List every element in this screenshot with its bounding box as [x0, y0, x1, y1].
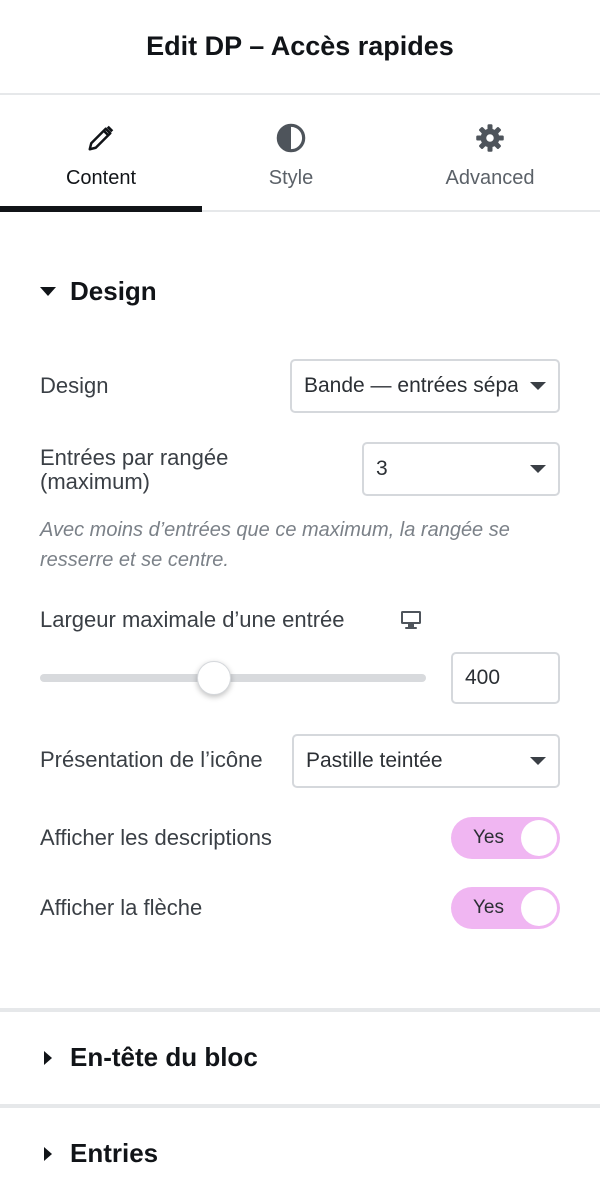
section-title-block-header: En-tête du bloc [70, 1042, 258, 1072]
desktop-icon[interactable] [399, 609, 423, 631]
section-title-design: Design [70, 276, 157, 306]
show-descriptions-label: Afficher les descriptions [40, 825, 272, 850]
section-design-toggle[interactable]: Design [40, 276, 157, 307]
section-title-entries: Entries [70, 1138, 159, 1168]
tab-style[interactable]: Style [202, 95, 380, 210]
tab-bar: Content Style Advanced [0, 95, 600, 212]
caret-right-icon [44, 1146, 52, 1161]
entries-help-note: Avec moins d’entrées que ce maximum, la … [40, 519, 510, 571]
section-divider [0, 1104, 600, 1108]
tab-content[interactable]: Content [0, 95, 202, 212]
chevron-down-icon [530, 382, 546, 390]
design-select-value: Bande — entrées séparées [304, 374, 518, 397]
toggle-knob [521, 820, 557, 856]
pencil-icon [84, 121, 118, 155]
chevron-down-icon [530, 465, 546, 473]
panel-title: Edit DP – Accès rapides [146, 31, 454, 61]
chevron-down-icon [530, 757, 546, 765]
show-descriptions-toggle[interactable]: Yes [451, 817, 560, 859]
caret-right-icon [44, 1050, 52, 1065]
max-width-slider-handle[interactable] [196, 661, 231, 695]
section-entries-toggle[interactable]: Entries [40, 1138, 158, 1169]
design-label: Design [40, 373, 109, 398]
max-width-input[interactable] [451, 652, 560, 704]
panel-header: Edit DP – Accès rapides [0, 0, 600, 95]
design-select[interactable]: Bande — entrées séparées [290, 359, 560, 413]
tab-label-style: Style [268, 167, 314, 189]
section-block-header-toggle[interactable]: En-tête du bloc [40, 1042, 258, 1073]
toggle-state-text: Yes [473, 827, 504, 848]
section-divider [0, 1008, 600, 1012]
entries-per-row-select[interactable]: 3 [362, 442, 560, 496]
entries-select-value: 3 [376, 457, 388, 480]
toggle-state-text: Yes [473, 897, 504, 918]
gear-icon [473, 121, 507, 155]
icon-presentation-select[interactable]: Pastille teintée [292, 734, 560, 788]
entries-label-line1: Entrées par rangée [40, 445, 229, 470]
tab-label-advanced: Advanced [445, 167, 535, 189]
contrast-icon [274, 121, 308, 155]
max-width-label: Largeur maximale d’une entrée [40, 607, 345, 632]
entries-label-line2: (maximum) [40, 469, 150, 494]
caret-down-icon [40, 287, 56, 296]
toggle-knob [521, 890, 557, 926]
tab-label-content: Content [65, 167, 137, 189]
tab-advanced[interactable]: Advanced [380, 95, 600, 210]
icon-presentation-label: Présentation de l’icône [40, 747, 263, 772]
show-arrow-label: Afficher la flèche [40, 895, 203, 920]
icon-presentation-value: Pastille teintée [306, 749, 443, 772]
show-arrow-toggle[interactable]: Yes [451, 887, 560, 929]
entries-per-row-label: Entrées par rangée (maximum) [40, 446, 228, 494]
max-width-slider-track[interactable] [40, 674, 426, 682]
